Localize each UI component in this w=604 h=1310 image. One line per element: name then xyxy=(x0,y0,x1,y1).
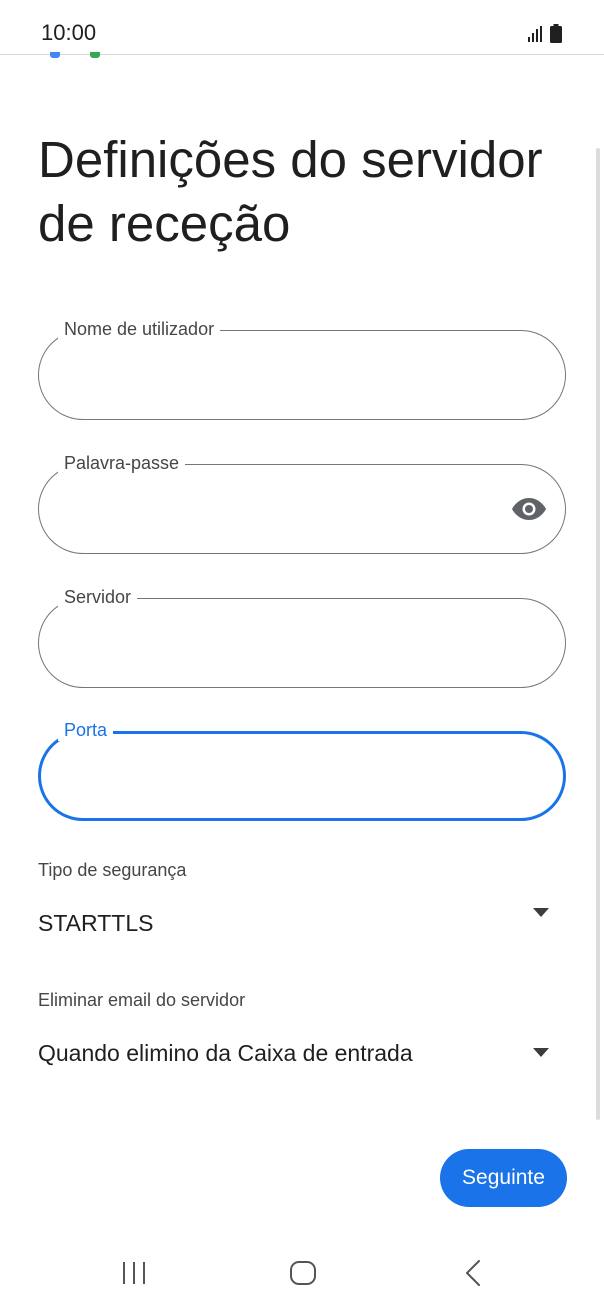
username-field[interactable]: Nome de utilizador xyxy=(38,318,566,420)
page-title: Definições do servidor de receção xyxy=(38,131,543,252)
password-field-label: Palavra-passe xyxy=(58,452,186,474)
port-field-label: Porta xyxy=(58,719,114,741)
recent-apps-icon xyxy=(123,1262,145,1284)
port-field[interactable]: Porta xyxy=(38,719,566,821)
app-logo-fragment xyxy=(90,52,100,58)
security-type-value: STARTTLS xyxy=(38,910,154,936)
scrollbar[interactable] xyxy=(596,148,600,1120)
status-time: 10:00 xyxy=(41,20,97,45)
caret-down-icon xyxy=(533,1048,549,1057)
signal-icon xyxy=(528,26,542,42)
username-field-label: Nome de utilizador xyxy=(58,318,221,340)
back-icon xyxy=(466,1260,480,1286)
next-button[interactable]: Seguinte xyxy=(440,1149,567,1207)
status-bar: 10:00 xyxy=(0,0,604,55)
home-icon xyxy=(290,1261,316,1285)
home-button[interactable] xyxy=(283,1256,323,1290)
back-button[interactable] xyxy=(452,1256,492,1290)
delete-email-dropdown[interactable]: Quando elimino da Caixa de entrada xyxy=(0,1026,590,1074)
server-field[interactable]: Servidor xyxy=(38,586,566,688)
eye-icon[interactable] xyxy=(511,496,547,522)
app-logo-fragment xyxy=(50,52,60,58)
delete-email-value: Quando elimino da Caixa de entrada xyxy=(38,1040,413,1066)
caret-down-icon xyxy=(533,908,549,917)
delete-email-label: Eliminar email do servidor xyxy=(38,990,246,1010)
security-type-label: Tipo de segurança xyxy=(38,860,187,880)
password-field[interactable]: Palavra-passe xyxy=(38,452,566,554)
navigation-bar xyxy=(0,1240,604,1310)
security-type-dropdown[interactable]: STARTTLS xyxy=(0,896,590,944)
server-field-label: Servidor xyxy=(58,586,138,608)
recent-apps-button[interactable] xyxy=(114,1256,154,1290)
battery-icon xyxy=(550,24,562,43)
